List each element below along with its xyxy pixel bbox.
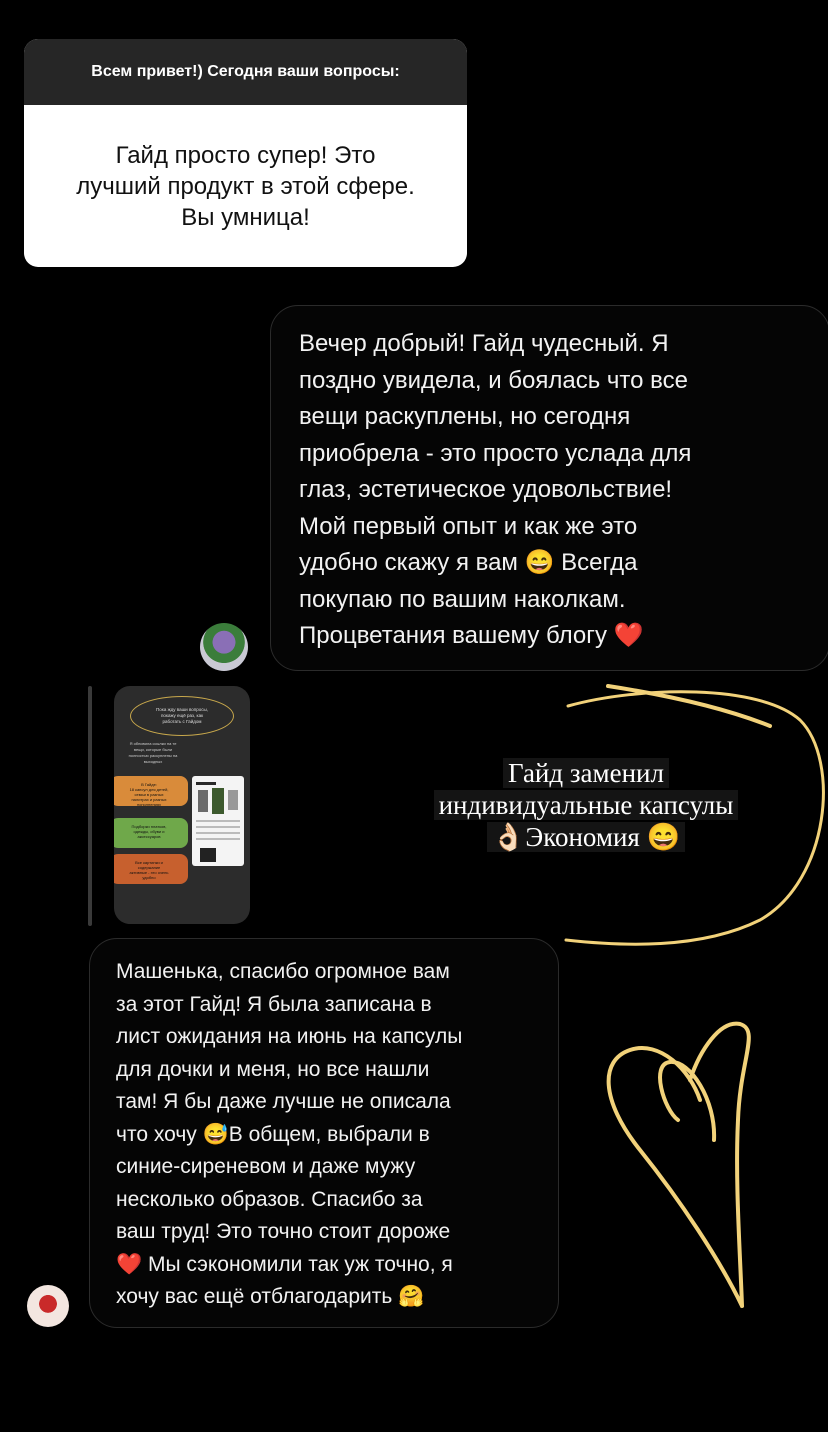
heart-doodle-icon bbox=[606, 1021, 751, 1308]
circle-doodle bbox=[564, 690, 825, 946]
decorative-doodles bbox=[564, 684, 825, 1308]
